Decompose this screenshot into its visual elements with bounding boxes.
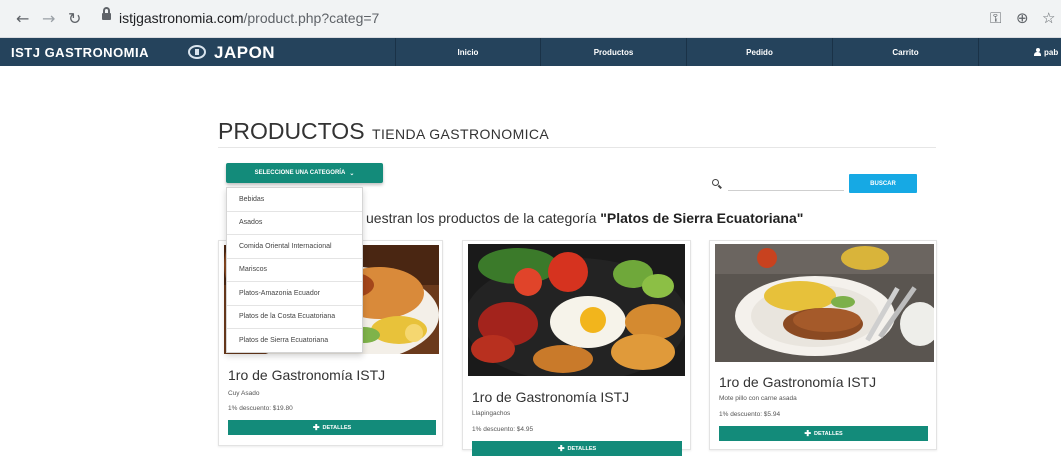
category-item-amazonia[interactable]: Platos-Amazonia Ecuador <box>227 282 362 306</box>
product-price: 1% descuento: $5.94 <box>719 411 781 418</box>
details-button[interactable]: ✚ DETALLES <box>719 426 928 441</box>
subtitle-category: "Platos de Sierra Ecuatoriana" <box>600 210 804 226</box>
category-dropdown-menu: Bebidas Asados Comida Oriental Internaci… <box>226 187 363 353</box>
zoom-icon[interactable]: ⊕ <box>1016 9 1029 27</box>
plus-icon: ✚ <box>804 428 812 438</box>
url-host: istjgastronomia.com <box>119 10 244 26</box>
search-icon <box>712 179 719 186</box>
nav-carrito[interactable]: Carrito <box>832 38 978 66</box>
category-item-sierra[interactable]: Platos de Sierra Ecuatoriana <box>227 329 362 353</box>
chevron-down-icon: ⌄ <box>349 170 355 177</box>
search-input[interactable] <box>728 176 844 191</box>
page-title-sub: TIENDA GASTRONOMICA <box>372 126 550 142</box>
category-item-mariscos[interactable]: Mariscos <box>227 259 362 282</box>
japon-logo[interactable]: JAPON <box>188 40 288 64</box>
category-item-asados[interactable]: Asados <box>227 212 362 235</box>
heading-divider <box>218 147 936 148</box>
browser-toolbar: ← → ↻ istjgastronomia.com/product.php?ca… <box>0 0 1061 38</box>
details-button-label: DETALLES <box>567 445 597 452</box>
category-button-label: SELECCIONE UNA CATEGORÍA <box>254 170 346 176</box>
bookmark-star-icon[interactable]: ☆ <box>1042 9 1055 27</box>
category-item-bebidas[interactable]: Bebidas <box>227 188 362 212</box>
nav-user[interactable]: pab <box>978 38 1061 66</box>
page-title-main: PRODUCTOS <box>218 118 365 144</box>
nav-productos[interactable]: Productos <box>540 38 686 66</box>
product-image[interactable] <box>715 244 934 362</box>
subtitle-prefix: uestran los productos de la categoría <box>366 210 601 226</box>
site-navbar: ISTJ GASTRONOMIA JAPON Inicio Productos … <box>0 38 1061 66</box>
product-name: Mote pillo con carne asada <box>719 395 797 402</box>
lock-icon[interactable] <box>102 7 111 22</box>
product-name: Cuy Asado <box>228 390 260 397</box>
plus-icon: ✚ <box>557 443 565 453</box>
category-item-costa[interactable]: Platos de la Costa Ecuatoriana <box>227 306 362 329</box>
product-title: 1ro de Gastronomía ISTJ <box>228 367 386 383</box>
search-button[interactable]: BUSCAR <box>849 174 917 193</box>
category-subtitle: uestran los productos de la categoría "P… <box>366 210 803 226</box>
page-title: PRODUCTOS TIENDA GASTRONOMICA <box>218 118 549 145</box>
logo-text: JAPON <box>214 43 276 62</box>
url-path: /product.php?categ=7 <box>243 10 380 26</box>
reload-icon[interactable]: ↻ <box>68 9 81 28</box>
product-card: 1ro de Gastronomía ISTJ Llapingachos 1% … <box>462 240 691 456</box>
back-arrow-icon[interactable]: ← <box>16 9 29 28</box>
category-dropdown-button[interactable]: SELECCIONE UNA CATEGORÍA ⌄ <box>226 163 383 183</box>
product-price: 1% descuento: $4.95 <box>472 426 534 433</box>
forward-arrow-icon[interactable]: → <box>42 9 55 28</box>
plus-icon: ✚ <box>312 422 320 432</box>
product-card: 1ro de Gastronomía ISTJ Mote pillo con c… <box>709 240 937 450</box>
product-image[interactable] <box>468 244 685 376</box>
details-button[interactable]: ✚ DETALLES <box>228 420 436 435</box>
details-button-label: DETALLES <box>814 430 843 437</box>
user-icon <box>1034 48 1041 56</box>
product-title: 1ro de Gastronomía ISTJ <box>472 389 630 405</box>
product-price: 1% descuento: $19.80 <box>228 405 293 412</box>
address-bar[interactable]: istjgastronomia.com/product.php?categ=7 <box>119 10 379 26</box>
user-name: pab <box>1044 47 1059 57</box>
logo-emblem-icon <box>188 45 206 59</box>
site-brand[interactable]: ISTJ GASTRONOMIA <box>11 45 149 60</box>
product-title: 1ro de Gastronomía ISTJ <box>719 374 877 390</box>
product-name: Llapingachos <box>472 410 511 417</box>
key-icon[interactable]: ⚿ <box>990 9 1001 27</box>
category-item-comida-oriental[interactable]: Comida Oriental Internacional <box>227 235 362 259</box>
details-button-label: DETALLES <box>322 424 352 431</box>
details-button[interactable]: ✚ DETALLES <box>472 441 682 456</box>
nav-inicio[interactable]: Inicio <box>395 38 540 66</box>
nav-pedido[interactable]: Pedido <box>686 38 832 66</box>
